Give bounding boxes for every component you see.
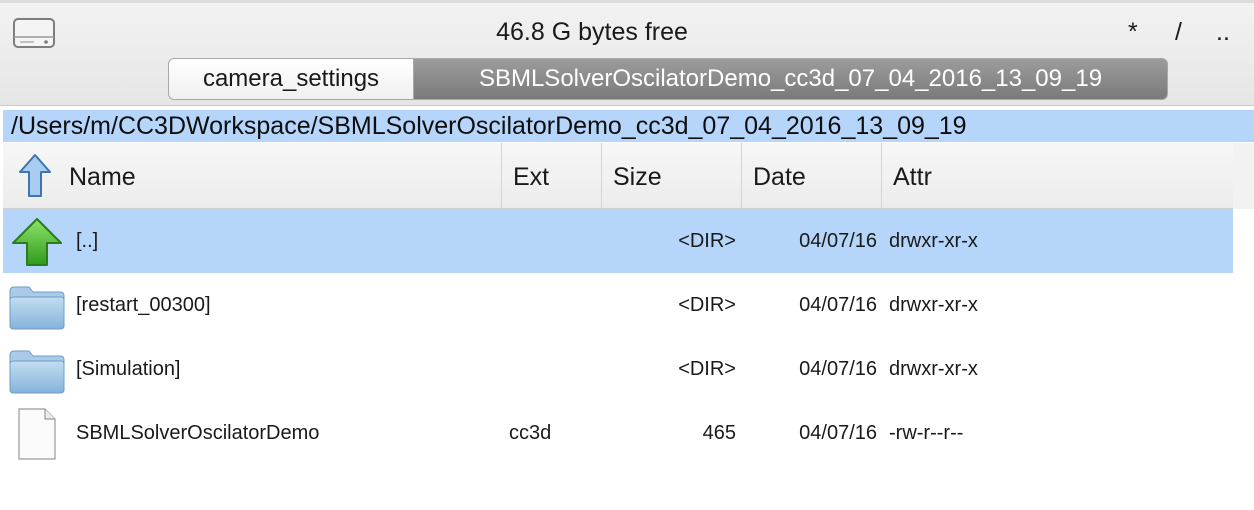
current-path: /Users/m/CC3DWorkspace/SBMLSolverOscilat… [11,112,967,140]
column-attr[interactable]: Attr [882,143,1233,209]
file-date: 04/07/16 [799,294,877,316]
column-header: Name Ext Size Date Attr [3,143,1233,209]
free-space-label: 46.8 G bytes free [496,18,688,46]
file-attr: -rw-r--r-- [889,422,964,444]
file-size: <DIR> [678,358,736,380]
panel-header: 46.8 G bytes free * / .. camera_settings… [0,3,1254,106]
file-date: 04/07/16 [799,422,877,444]
tab-sbml-solver-oscilator-demo[interactable]: SBMLSolverOscilatorDemo_cc3d_07_04_2016_… [414,58,1168,100]
file-ext: cc3d [509,422,552,444]
folder-icon [9,286,65,330]
column-name-label: Name [69,163,136,191]
file-attr: drwxr-xr-x [889,358,978,380]
column-size-label: Size [613,163,662,191]
green-up-arrow-icon [12,218,62,266]
file-attr: drwxr-xr-x [889,294,978,316]
file-size: <DIR> [678,294,736,316]
folder-icon [9,350,65,394]
file-row-simulation[interactable]: [Simulation] <DIR> 04/07/16 drwxr-xr-x [3,337,1233,401]
current-path-bar[interactable]: /Users/m/CC3DWorkspace/SBMLSolverOscilat… [3,110,1254,142]
tab-bar: camera_settings SBMLSolverOscilatorDemo_… [168,58,1168,100]
file-attr: drwxr-xr-x [889,230,978,252]
file-name: [Simulation] [76,358,181,380]
column-date-label: Date [753,163,806,191]
column-size[interactable]: Size [602,143,742,209]
file-name: SBMLSolverOscilatorDemo [76,422,320,444]
file-size: <DIR> [678,230,736,252]
column-ext[interactable]: Ext [502,143,602,209]
tab-camera-settings[interactable]: camera_settings [168,58,414,100]
all-files-button[interactable]: * [1128,17,1138,47]
file-date: 04/07/16 [799,358,877,380]
sort-ascending-arrow-icon [19,154,51,197]
file-size: 465 [702,422,736,444]
file-row-cc3d[interactable]: SBMLSolverOscilatorDemo cc3d 465 04/07/1… [3,401,1233,465]
column-name[interactable]: Name [3,143,502,209]
root-directory-button[interactable]: / [1175,17,1182,47]
column-attr-label: Attr [893,163,932,191]
document-icon [18,408,56,460]
scrollbar-gutter [1233,143,1254,209]
file-name: [restart_00300] [76,294,211,316]
file-row-restart[interactable]: [restart_00300] <DIR> 04/07/16 drwxr-xr-… [3,273,1233,337]
file-date: 04/07/16 [799,230,877,252]
column-date[interactable]: Date [742,143,882,209]
file-row-parent[interactable]: [..] <DIR> 04/07/16 drwxr-xr-x [3,209,1233,273]
parent-directory-button[interactable]: .. [1216,17,1230,47]
column-ext-label: Ext [513,163,550,191]
file-name: [..] [76,230,99,252]
